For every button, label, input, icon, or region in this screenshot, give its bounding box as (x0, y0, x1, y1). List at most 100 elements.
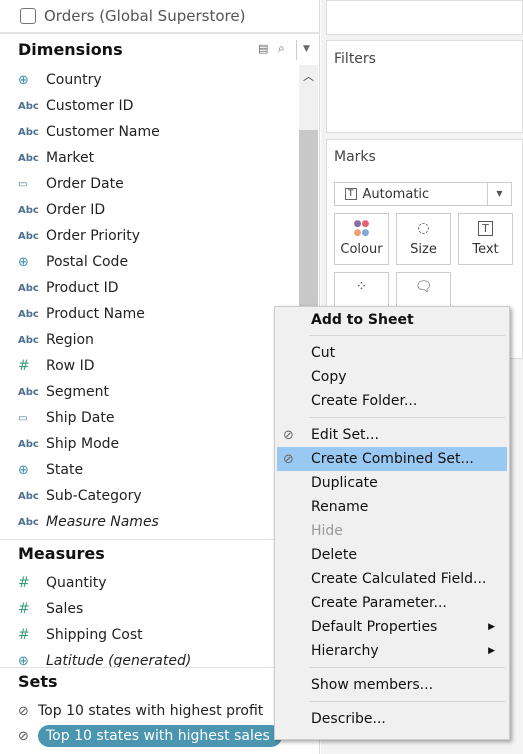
field-country[interactable]: ⊕ Country (0, 67, 300, 93)
Text-button[interactable]: T Text (458, 213, 513, 265)
field-label: Country (46, 72, 102, 88)
Size-button[interactable]: ◌ Size (396, 213, 451, 265)
abc-type-icon: Abc (18, 516, 39, 528)
menu-item-label: Describe... (311, 711, 386, 727)
button-label: Text (472, 242, 499, 257)
Colour-button[interactable]: ●● ●● Colour (334, 213, 389, 265)
field-label: Market (46, 150, 95, 166)
menu-item-copy[interactable]: Copy (277, 365, 507, 389)
field-product-name[interactable]: Abc Product Name (0, 301, 300, 327)
marks-title: Marks (334, 149, 376, 165)
abc-type-icon: Abc (18, 230, 39, 242)
field-state[interactable]: ⊕ State (0, 457, 300, 483)
field-postal-code[interactable]: ⊕ Postal Code (0, 249, 300, 275)
menu-separator (309, 417, 505, 418)
field-label: Ship Mode (46, 436, 120, 452)
menu-item-delete[interactable]: Delete (277, 543, 507, 567)
text-icon: T (459, 214, 512, 242)
field-shipping-cost[interactable]: # Shipping Cost (0, 622, 300, 648)
chevron-down-icon[interactable]: ▼ (303, 44, 310, 54)
field-quantity[interactable]: # Quantity (0, 570, 300, 596)
num-type-icon: # (18, 575, 30, 591)
menu-separator (309, 701, 505, 702)
field-label: Order Date (46, 176, 124, 192)
field-label: Order Priority (46, 228, 141, 244)
date-type-icon: ▭ (18, 178, 28, 190)
field-row-id[interactable]: # Row ID (0, 353, 300, 379)
button-label: Size (410, 242, 437, 257)
menu-item-rename[interactable]: Rename (277, 495, 507, 519)
field-segment[interactable]: Abc Segment (0, 379, 300, 405)
menu-item-default-properties[interactable]: Default Properties ▶ (277, 615, 507, 639)
menu-item-hide: Hide (277, 519, 507, 543)
field-ship-mode[interactable]: Abc Ship Mode (0, 431, 300, 457)
geo-type-icon: ⊕ (18, 72, 29, 88)
field-sub-category[interactable]: Abc Sub-Category (0, 483, 300, 509)
menu-item-create-calculated-field[interactable]: Create Calculated Field... (277, 567, 507, 591)
field-latitude-generated-[interactable]: ⊕ Latitude (generated) (0, 648, 300, 674)
field-label: Order ID (46, 202, 106, 218)
pages-shelf[interactable] (326, 0, 523, 35)
num-type-icon: # (18, 358, 30, 374)
field-label: Sales (46, 601, 84, 617)
menu-item-create-combined-set[interactable]: ⊘ Create Combined Set... (277, 447, 507, 471)
menu-item-duplicate[interactable]: Duplicate (277, 471, 507, 495)
field-label: Row ID (46, 358, 95, 374)
menu-item-label: Copy (311, 369, 347, 385)
field-order-priority[interactable]: Abc Order Priority (0, 223, 300, 249)
datasource-row[interactable]: Orders (Global Superstore) (0, 0, 320, 34)
divider (0, 667, 320, 668)
size-icon: ◌ (417, 220, 430, 236)
menu-item-label: Hide (311, 523, 343, 539)
menu-item-label: Add to Sheet (311, 312, 414, 328)
menu-item-add-to-sheet[interactable]: Add to Sheet (277, 308, 507, 332)
set-item[interactable]: ⊘ Top 10 states with highest profit (0, 698, 320, 724)
field-product-id[interactable]: Abc Product ID (0, 275, 300, 301)
field-market[interactable]: Abc Market (0, 145, 300, 171)
chevron-up-icon[interactable]: ︿ (303, 68, 314, 84)
tooltip-icon: 🗨 (414, 279, 433, 295)
field-label: Segment (46, 384, 109, 400)
abc-type-icon: Abc (18, 386, 39, 398)
field-order-date[interactable]: ▭ Order Date (0, 171, 300, 197)
field-measure-names[interactable]: Abc Measure Names (0, 509, 300, 535)
set-label: Top 10 states with highest profit (38, 703, 264, 719)
menu-item-edit-set[interactable]: ⊘ Edit Set... (277, 423, 507, 447)
field-label: Postal Code (46, 254, 129, 270)
menu-item-cut[interactable]: Cut (277, 341, 507, 365)
menu-item-create-folder[interactable]: Create Folder... (277, 389, 507, 413)
field-order-id[interactable]: Abc Order ID (0, 197, 300, 223)
menu-item-label: Duplicate (311, 475, 378, 491)
field-customer-id[interactable]: Abc Customer ID (0, 93, 300, 119)
abc-type-icon: Abc (18, 334, 39, 346)
set-label: Top 10 states with highest sales (38, 725, 282, 747)
mark-type-select[interactable]: T Automatic ▼ (334, 182, 512, 206)
field-customer-name[interactable]: Abc Customer Name (0, 119, 300, 145)
menu-item-label: Show members... (311, 677, 434, 693)
menu-item-label: Create Folder... (311, 393, 418, 409)
menu-item-label: Create Combined Set... (311, 451, 474, 467)
menu-item-label: Cut (311, 345, 336, 361)
menu-item-label: Rename (311, 499, 369, 515)
divider (296, 40, 297, 60)
menu-item-create-parameter[interactable]: Create Parameter... (277, 591, 507, 615)
mark-type-value: Automatic (362, 186, 430, 202)
submenu-arrow-icon: ▶ (488, 646, 495, 656)
menu-separator (309, 667, 505, 668)
set-item[interactable]: ⊘ Top 10 states with highest sales (0, 723, 320, 749)
field-sales[interactable]: # Sales (0, 596, 300, 622)
menu-separator (309, 335, 505, 336)
field-ship-date[interactable]: ▭ Ship Date (0, 405, 300, 431)
field-region[interactable]: Abc Region (0, 327, 300, 353)
menu-item-show-members[interactable]: Show members... (277, 673, 507, 697)
dimensions-header: Dimensions (18, 40, 123, 59)
geo-type-icon: ⊕ (18, 462, 29, 478)
menu-item-describe[interactable]: Describe... (277, 707, 507, 731)
menu-item-hierarchy[interactable]: Hierarchy ▶ (277, 639, 507, 663)
set-icon: ⊘ (18, 728, 29, 744)
abc-type-icon: Abc (18, 100, 39, 112)
submenu-arrow-icon: ▶ (488, 622, 495, 632)
list-view-icon[interactable]: ▤ (258, 42, 268, 55)
search-icon[interactable]: ⌕ (278, 41, 285, 56)
menu-item-label: Default Properties (311, 619, 438, 635)
